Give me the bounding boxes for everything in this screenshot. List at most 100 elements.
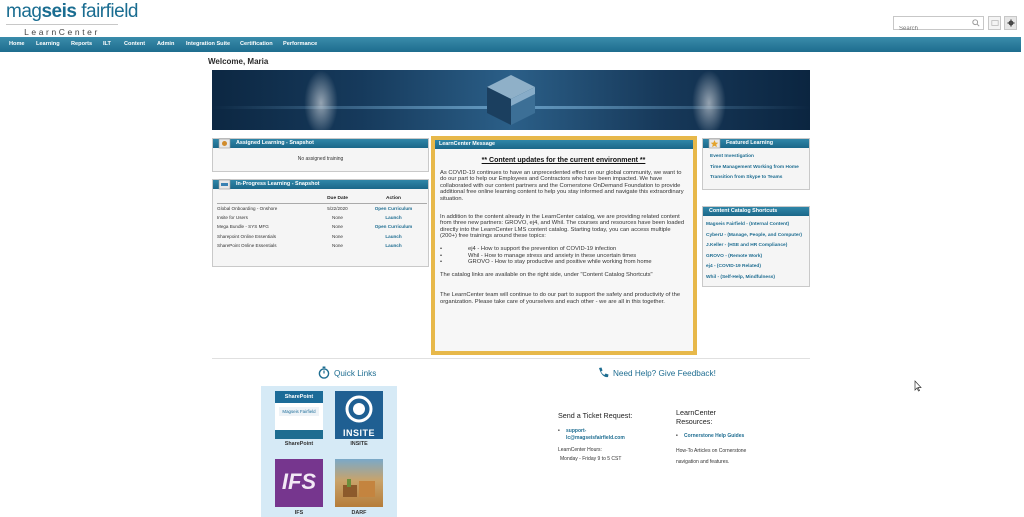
open-curriculum-link[interactable]: Open Curriculum: [375, 224, 413, 229]
column-header-action: Action: [360, 194, 427, 204]
course-name: Sharepoint Online Essentials: [217, 233, 276, 239]
nav-performance[interactable]: Performance: [283, 41, 317, 47]
inprogress-learning-header: In-Progress Learning - Snapshot: [213, 179, 428, 190]
catalog-links: Magseis Fairfield - (Internal Content) C…: [703, 216, 809, 284]
featured-learning-portlet: Featured Learning Event Investigation Ti…: [702, 138, 810, 190]
mouse-cursor-icon: [914, 380, 922, 392]
tile-label: DARF: [351, 510, 367, 516]
catalog-link[interactable]: J.Keller - (HSE and HR Compliance): [706, 241, 809, 252]
learning-icon: [218, 138, 231, 149]
quick-links-panel: SharePoint Magseis Fairfield SharePoint …: [261, 386, 397, 517]
launch-link[interactable]: Launch: [385, 243, 401, 248]
stopwatch-icon: [318, 366, 330, 379]
list-item: ej4 - How to support the prevention of C…: [440, 246, 687, 253]
message-body: ** Content updates for the current envir…: [435, 149, 693, 306]
welcome-message: Welcome, Maria: [208, 57, 269, 66]
message-bullet-list: ej4 - How to support the prevention of C…: [440, 246, 687, 266]
table-row: Global Onboarding - Onshore 5/22/2020 Op…: [217, 203, 427, 213]
inprogress-table: Due Date Action Global Onboarding - Onsh…: [217, 194, 427, 251]
catalog-link[interactable]: ej4 - (COVID-19 Related): [706, 262, 809, 273]
open-curriculum-link[interactable]: Open Curriculum: [375, 206, 413, 211]
nav-learning[interactable]: Learning: [36, 41, 60, 47]
catalog-link[interactable]: GROVO - (Remote Work): [706, 252, 809, 263]
message-heading: ** Content updates for the current envir…: [481, 157, 646, 164]
resources-note: How-To Articles on Cornerstone navigatio…: [676, 447, 747, 465]
insite-logo-icon: [345, 395, 373, 423]
featured-links: Event Investigation Time Management Work…: [703, 148, 809, 184]
inbox-icon: [991, 20, 999, 26]
course-name: Insite for Users: [217, 214, 248, 220]
list-item: GROVO - How to stay productive and posit…: [440, 259, 687, 266]
main-nav: Home Learning Reports ILT Content Admin …: [0, 37, 1021, 52]
due-date: None: [332, 243, 343, 249]
column-header: [217, 194, 315, 204]
nav-integration-suite[interactable]: Integration Suite: [186, 41, 230, 47]
nav-reports[interactable]: Reports: [71, 41, 92, 47]
logo-rule: [6, 24, 118, 25]
table-row: Sharepoint Online Essentials None Launch: [217, 232, 427, 242]
logo-subtitle: LearnCenter: [24, 27, 100, 37]
tile-label: IFS: [294, 510, 304, 516]
insite-tile[interactable]: INSITE: [335, 391, 383, 439]
featured-icon: [708, 138, 721, 149]
resources-title: LearnCenter Resources:: [676, 408, 716, 426]
sharepoint-badge: SharePoint: [275, 391, 323, 403]
search-input[interactable]: [894, 23, 972, 35]
catalog-shortcuts-header: Content Catalog Shortcuts: [703, 207, 809, 216]
help-heading: Need Help? Give Feedback!: [597, 366, 716, 379]
hero-banner: [212, 70, 810, 130]
course-name: SharePoint Online Essentials: [217, 243, 277, 249]
list-item: Whil - How to manage stress and anxiety …: [440, 253, 687, 260]
logo[interactable]: magseis fairfield LearnCenter: [6, 1, 138, 37]
logo-wordmark: magseis fairfield: [6, 1, 138, 22]
cube-logo-image: [487, 75, 535, 125]
launch-link[interactable]: Launch: [385, 215, 401, 220]
progress-icon: [218, 179, 231, 190]
support-email-link[interactable]: support-lc@magseisfairfield.com: [558, 428, 638, 441]
featured-link[interactable]: Transition from Skype to Teams: [710, 173, 809, 184]
cornerstone-help-link[interactable]: Cornerstone Help Guides: [676, 433, 766, 440]
column-header-due-date: Due Date: [315, 194, 360, 204]
message-paragraph: The catalog links are available on the r…: [440, 271, 653, 278]
insite-badge: INSITE: [342, 428, 375, 438]
tile-label: SharePoint: [284, 441, 314, 447]
search-icon[interactable]: [972, 19, 980, 27]
nav-ilt[interactable]: ILT: [103, 41, 111, 47]
nav-content[interactable]: Content: [124, 41, 145, 47]
learncenter-message-header: LearnCenter Message: [435, 140, 693, 149]
nav-certification[interactable]: Certification: [240, 41, 273, 47]
inbox-button[interactable]: [988, 16, 1001, 30]
featured-link[interactable]: Time Management Working from Home: [710, 163, 809, 174]
search-box[interactable]: [893, 16, 984, 35]
ifs-tile[interactable]: IFS: [275, 459, 323, 507]
table-row: Mega Bundle - SYS MFG None Open Curricul…: [217, 222, 427, 232]
darf-tile[interactable]: [335, 459, 383, 507]
launch-link[interactable]: Launch: [385, 234, 401, 239]
sharepoint-badge-subtitle: Magseis Fairfield: [279, 407, 319, 416]
due-date: None: [332, 233, 343, 239]
inprogress-learning-portlet: In-Progress Learning - Snapshot Due Date…: [212, 179, 429, 267]
sharepoint-tile[interactable]: SharePoint Magseis Fairfield: [275, 391, 323, 439]
nav-admin[interactable]: Admin: [157, 41, 174, 47]
gear-icon: [1007, 19, 1015, 27]
catalog-link[interactable]: Magseis Fairfield - (Internal Content): [706, 220, 809, 231]
featured-learning-header: Featured Learning: [703, 138, 809, 149]
catalog-shortcuts-portlet: Content Catalog Shortcuts Magseis Fairfi…: [702, 206, 810, 287]
quick-links-heading: Quick Links: [318, 366, 376, 379]
table-row: SharePoint Online Essentials None Launch: [217, 241, 427, 251]
featured-link[interactable]: Event Investigation: [710, 152, 809, 163]
due-date: 5/22/2020: [327, 205, 348, 211]
nav-home[interactable]: Home: [9, 41, 25, 47]
catalog-link[interactable]: Whil - (Self-Help, Mindfulness): [706, 273, 809, 284]
tile-label: INSITE: [350, 441, 368, 447]
due-date: None: [332, 224, 343, 230]
course-name: Mega Bundle - SYS MFG: [217, 224, 269, 230]
catalog-link[interactable]: CyberU - (Manage, People, and Computer): [706, 231, 809, 242]
darf-image: [343, 479, 375, 497]
settings-button[interactable]: [1004, 16, 1017, 30]
message-paragraph: As COVID-19 continues to have an unprece…: [440, 169, 684, 202]
message-paragraph: In addition to the content already in th…: [440, 213, 685, 240]
assigned-empty-text: No assigned training: [297, 156, 344, 162]
table-header-row: Due Date Action: [217, 194, 427, 204]
ifs-badge: IFS: [281, 469, 317, 494]
